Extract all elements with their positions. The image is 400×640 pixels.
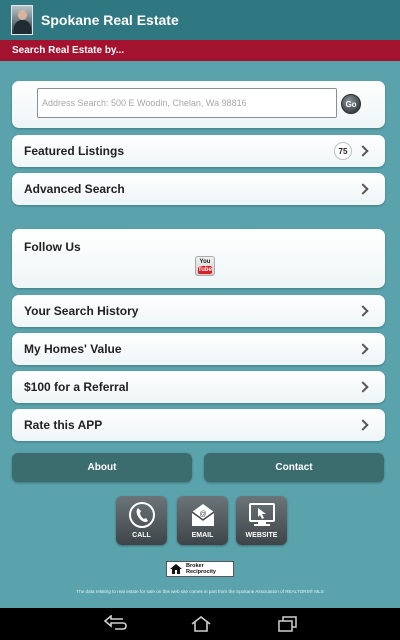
rate-app-label: Rate this APP [24,418,103,432]
chevron-right-icon [357,183,369,195]
back-icon[interactable] [103,615,129,633]
website-tile[interactable]: WEBSITE [236,496,287,545]
homes-value-row[interactable]: My Homes' Value [12,333,385,365]
call-tile[interactable]: CALL [116,496,167,545]
chevron-right-icon [357,145,369,157]
listing-count-badge: 75 [334,142,352,160]
search-history-row[interactable]: Your Search History [12,295,385,327]
phone-icon [128,502,155,528]
advanced-search-label: Advanced Search [24,182,125,196]
featured-listings-label: Featured Listings [24,144,125,158]
chevron-right-icon [357,419,369,431]
chevron-right-icon [357,305,369,317]
call-label: CALL [132,532,151,539]
email-label: EMAIL [191,532,214,539]
follow-us-card: Follow Us You Tube [12,229,385,288]
follow-us-label: Follow Us [24,240,81,254]
advanced-search-row[interactable]: Advanced Search [12,173,385,205]
address-search-input[interactable] [37,88,337,118]
contact-button[interactable]: Contact [204,453,384,482]
homes-value-label: My Homes' Value [24,342,122,356]
svg-text:@: @ [199,511,206,518]
go-button[interactable]: Go [341,94,361,114]
agent-avatar [11,5,33,35]
recent-apps-icon[interactable] [276,615,300,633]
broker-line-2: Reciprocity [186,569,216,575]
app-title: Spokane Real Estate [41,12,179,28]
youtube-icon[interactable]: You Tube [195,256,215,276]
app-bar: Spokane Real Estate [0,0,400,40]
system-nav-bar [0,608,400,640]
email-icon: @ [191,504,214,526]
website-icon [248,503,275,526]
house-icon [170,564,182,574]
about-button[interactable]: About [12,453,192,482]
chevron-right-icon [357,381,369,393]
rate-app-row[interactable]: Rate this APP [12,409,385,441]
referral-label: $100 for a Referral [24,380,129,394]
email-tile[interactable]: @ EMAIL [177,496,228,545]
address-search-card: Go [12,81,385,128]
broker-reciprocity-logo: Broker Reciprocity [166,561,234,577]
home-icon[interactable] [189,615,213,633]
referral-row[interactable]: $100 for a Referral [12,371,385,403]
mls-disclaimer: The data relating to real estate for sal… [76,589,324,594]
featured-listings-row[interactable]: Featured Listings 75 [12,135,385,167]
website-label: WEBSITE [245,532,278,539]
search-heading: Search Real Estate by... [0,40,400,61]
search-history-label: Your Search History [24,304,139,318]
chevron-right-icon [357,343,369,355]
